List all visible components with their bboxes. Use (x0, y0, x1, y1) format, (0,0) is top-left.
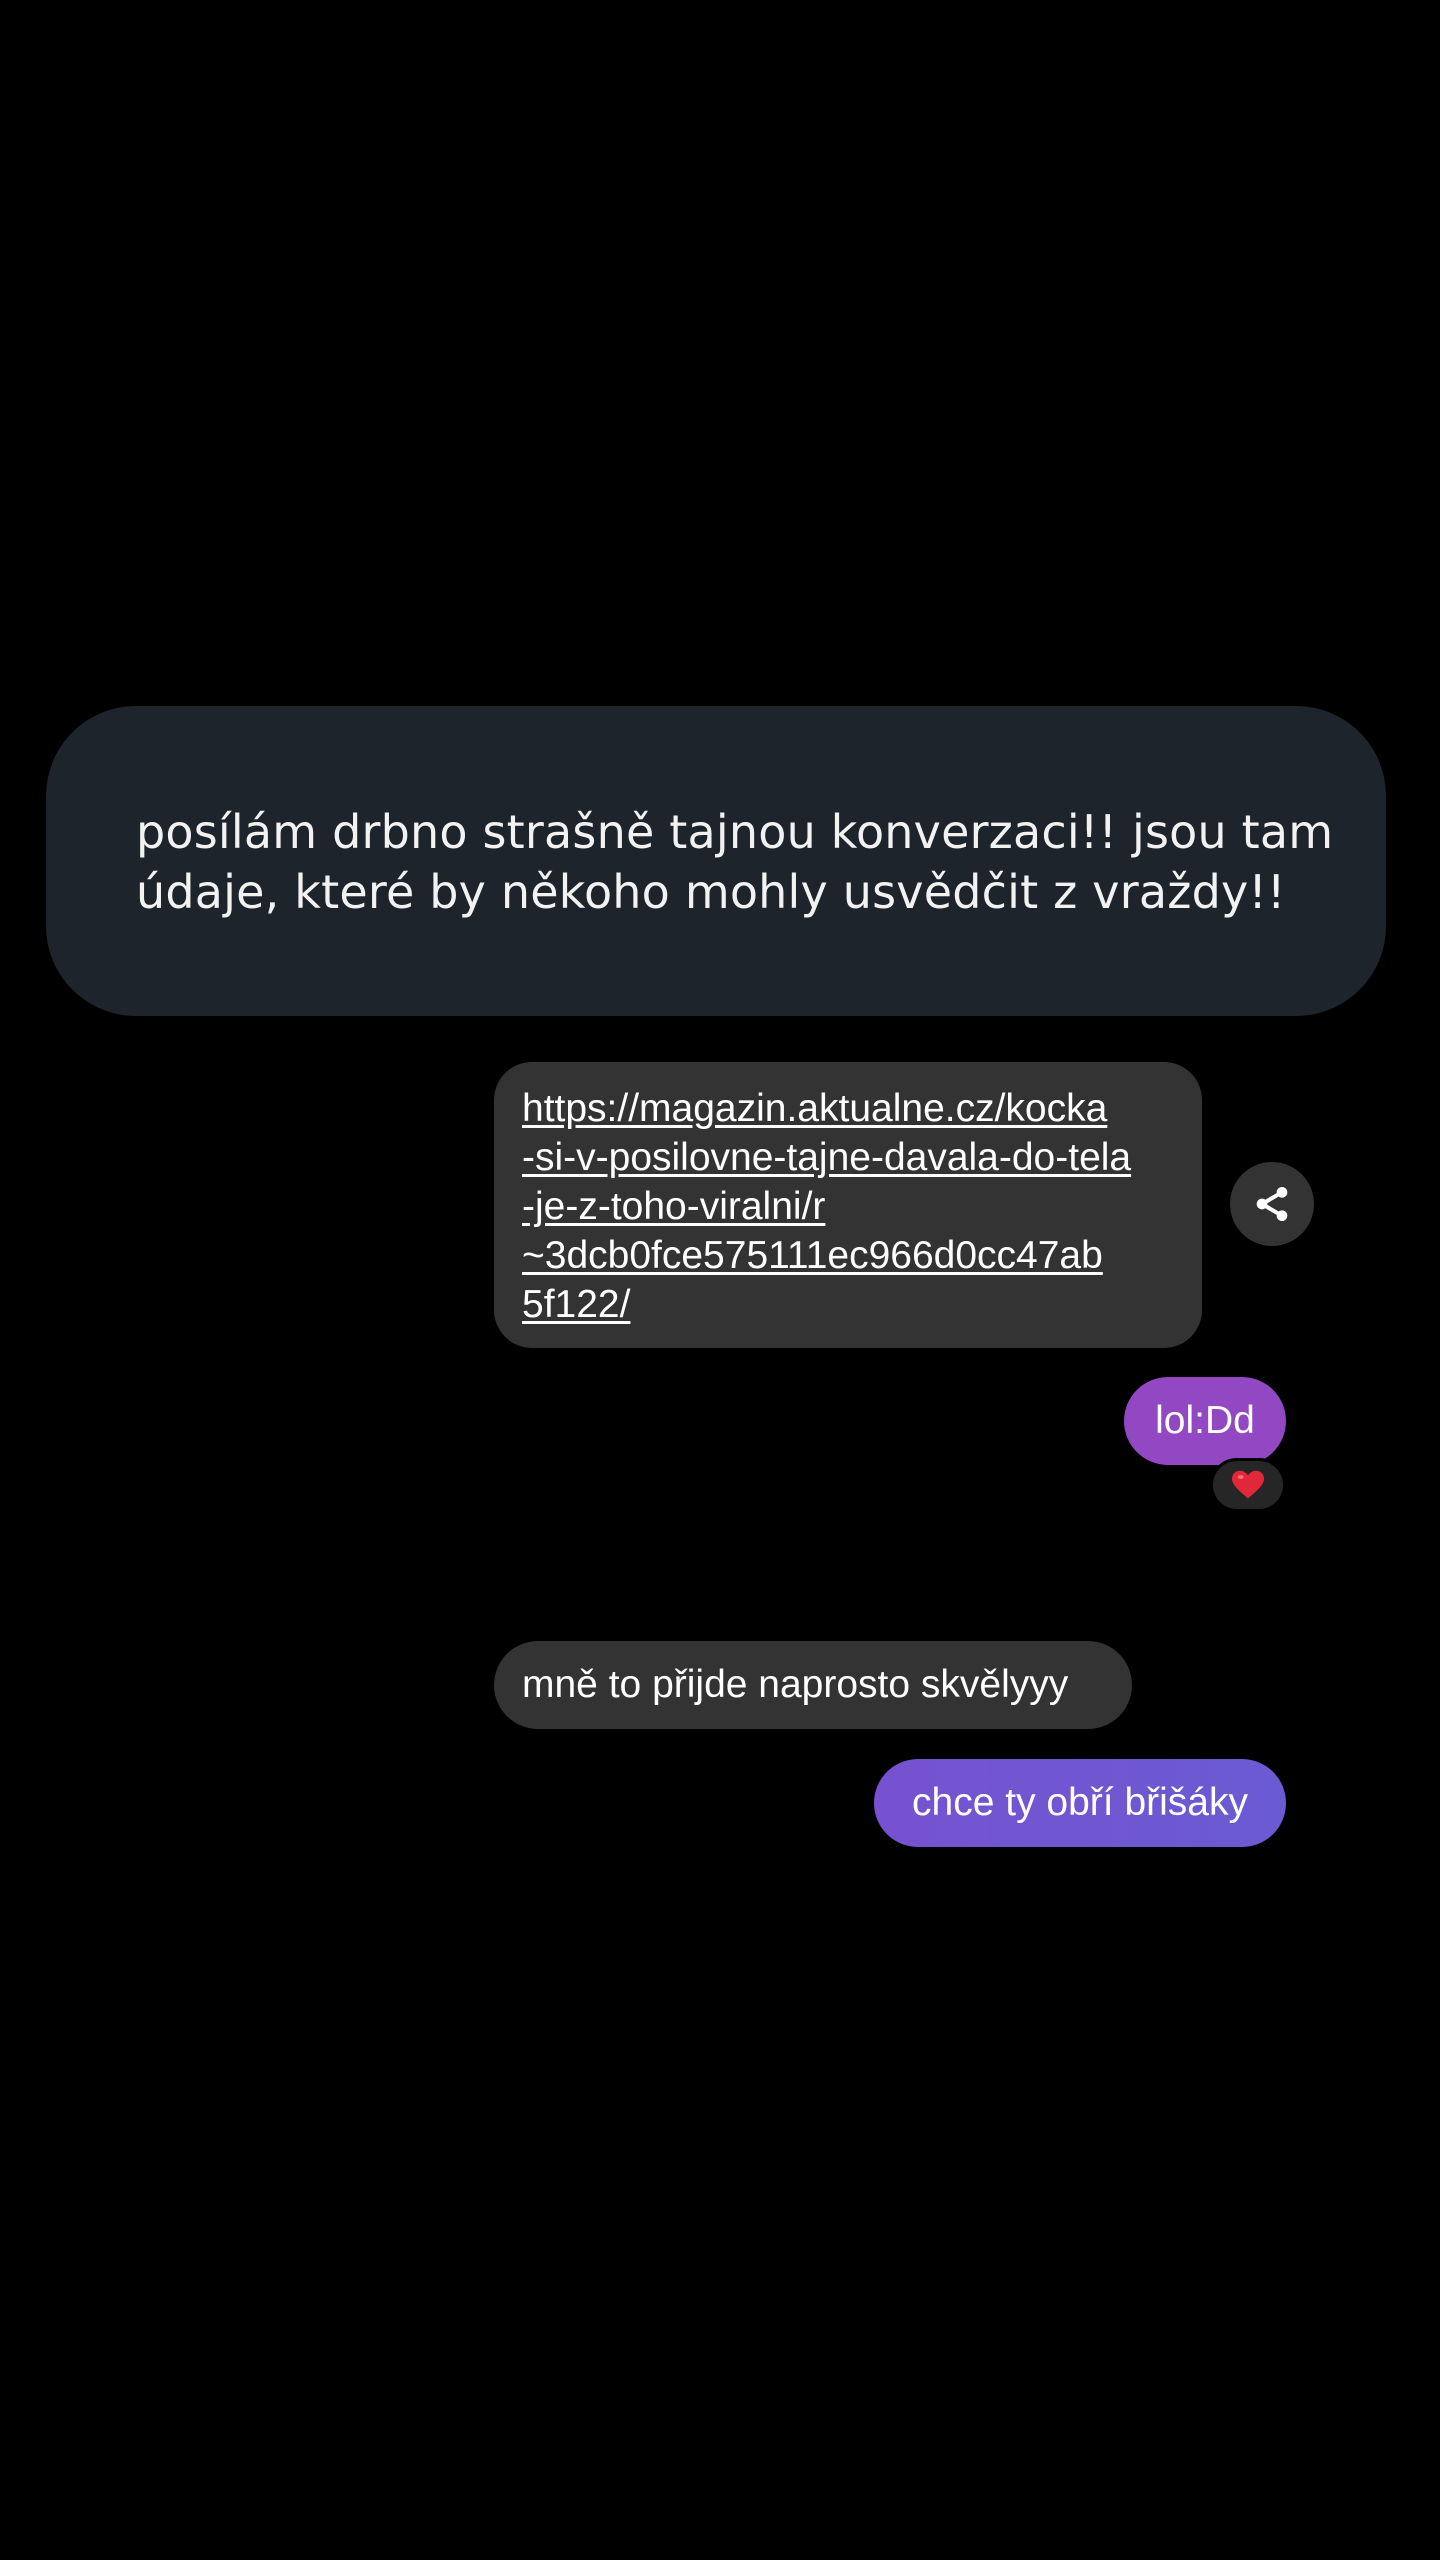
outgoing-message-text-2: chce ty obří břišáky (912, 1781, 1248, 1824)
share-button[interactable] (1230, 1162, 1314, 1246)
reaction-badge[interactable] (1210, 1458, 1286, 1512)
link-line-4[interactable]: ~3dcb0fce575111ec966d0cc47ab (522, 1231, 1182, 1280)
incoming-message-text: mně to přijde naprosto skvělyyy (522, 1663, 1069, 1706)
link-line-1[interactable]: https://magazin.aktualne.cz/kocka (522, 1084, 1182, 1133)
caption-line-2: údaje, které by někoho mohly usvědčit z … (136, 865, 1286, 919)
link-line-5[interactable]: 5f122/ (522, 1280, 1182, 1329)
heart-icon (1232, 1470, 1264, 1499)
outgoing-message-bubble-2[interactable]: chce ty obří břišáky (874, 1759, 1286, 1847)
caption-card: posílám drbno strašně tajnou konverzaci!… (46, 706, 1386, 1016)
link-line-2[interactable]: -si-v-posilovne-tajne-davala-do-tela (522, 1133, 1182, 1182)
outgoing-message-text: lol:Dd (1155, 1399, 1255, 1442)
incoming-message-bubble[interactable]: mně to přijde naprosto skvělyyy (494, 1641, 1132, 1729)
outgoing-message-bubble[interactable]: lol:Dd (1124, 1377, 1286, 1465)
caption-line-1: posílám drbno strašně tajnou konverzaci!… (136, 805, 1334, 859)
link-line-3[interactable]: -je-z-toho-viralni/r (522, 1182, 1182, 1231)
link-message-bubble[interactable]: https://magazin.aktualne.cz/kocka -si-v-… (494, 1062, 1202, 1348)
share-icon (1256, 1187, 1288, 1221)
